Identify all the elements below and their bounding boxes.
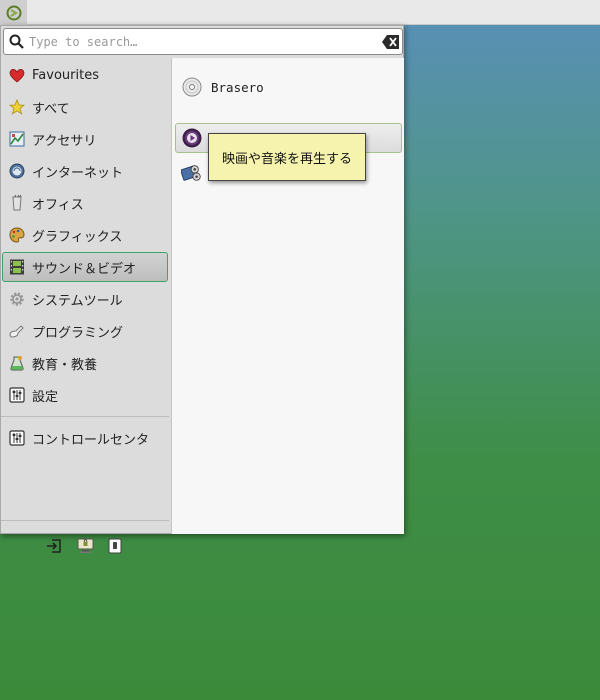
category-system-tools[interactable]: システムツール xyxy=(2,284,168,314)
category-label: システムツール xyxy=(32,293,123,309)
search-input[interactable] xyxy=(29,32,369,51)
lock-screen-icon xyxy=(77,538,93,553)
shutdown-button[interactable] xyxy=(106,537,124,555)
category-list: Favourites すべて アクセサリ インターネット オフィス グラフィック… xyxy=(1,58,171,554)
category-internet[interactable]: インターネット xyxy=(2,156,168,186)
video-editor-icon xyxy=(181,162,203,184)
control-center-item[interactable]: コントロールセンタ xyxy=(2,423,168,453)
category-sound-video[interactable]: サウンド＆ビデオ xyxy=(2,252,168,282)
category-settings[interactable]: 設定 xyxy=(2,380,168,410)
category-all[interactable]: すべて xyxy=(2,92,168,122)
search-box xyxy=(3,28,403,55)
logout-button[interactable] xyxy=(45,537,63,555)
bottom-separator xyxy=(1,520,169,521)
mpv-icon xyxy=(181,127,203,149)
top-panel xyxy=(0,0,600,25)
app-brasero[interactable]: Brasero xyxy=(175,72,402,102)
tooltip: 映画や音楽を再生する xyxy=(208,133,366,181)
category-label: インターネット xyxy=(32,165,124,181)
app-label: Brasero xyxy=(211,79,264,95)
shutdown-icon xyxy=(108,538,122,554)
category-label: 教育・教養 xyxy=(32,357,98,373)
search-icon xyxy=(9,34,24,49)
heart-icon xyxy=(8,67,25,84)
main-menu-button[interactable] xyxy=(0,0,27,25)
category-label: プログラミング xyxy=(32,325,124,341)
tooltip-text: 映画や音楽を再生する xyxy=(221,151,352,167)
category-label: Favourites xyxy=(32,67,99,83)
logout-icon xyxy=(47,539,61,553)
gear-icon xyxy=(8,291,25,308)
globe-icon xyxy=(8,163,25,180)
accessories-icon xyxy=(8,131,25,148)
menu-logo-icon xyxy=(6,5,21,20)
category-label: 設定 xyxy=(32,389,59,405)
education-icon xyxy=(8,355,25,372)
application-list: Brasero mpv メディアプレイヤー xyxy=(171,58,404,534)
disc-icon xyxy=(181,76,203,98)
category-programming[interactable]: プログラミング xyxy=(2,316,168,346)
settings-icon xyxy=(8,430,25,447)
category-graphics[interactable]: グラフィックス xyxy=(2,220,168,250)
category-label: すべて xyxy=(32,101,70,117)
settings-icon xyxy=(8,387,25,404)
palette-icon xyxy=(8,227,25,244)
category-label: オフィス xyxy=(32,197,84,213)
film-icon xyxy=(8,259,25,276)
category-separator xyxy=(1,416,169,417)
category-label: サウンド＆ビデオ xyxy=(32,261,137,277)
control-center-label: コントロールセンタ xyxy=(32,432,150,448)
category-favourites[interactable]: Favourites xyxy=(2,60,168,90)
category-education[interactable]: 教育・教養 xyxy=(2,348,168,378)
application-menu: Favourites すべて アクセサリ インターネット オフィス xyxy=(0,25,404,554)
category-label: グラフィックス xyxy=(32,229,123,245)
office-icon xyxy=(8,195,25,212)
star-icon xyxy=(8,99,25,116)
clear-search-icon[interactable] xyxy=(382,35,399,49)
category-label: アクセサリ xyxy=(32,133,97,149)
lock-screen-button[interactable] xyxy=(76,537,94,555)
category-accessories[interactable]: アクセサリ xyxy=(2,124,168,154)
programming-icon xyxy=(8,323,25,340)
category-office[interactable]: オフィス xyxy=(2,188,168,218)
